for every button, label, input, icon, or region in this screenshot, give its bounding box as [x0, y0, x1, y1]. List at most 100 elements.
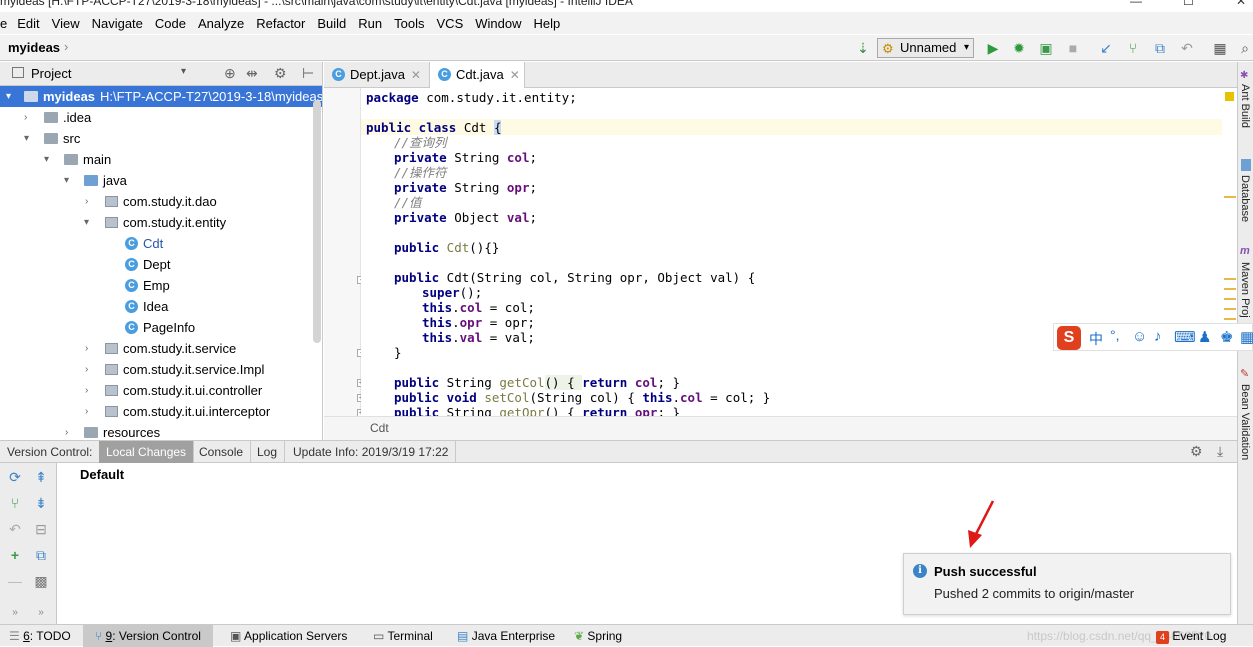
stripe-mark[interactable] — [1224, 196, 1236, 198]
keyboard-icon[interactable]: ⌨ — [1174, 328, 1196, 346]
menu-code[interactable]: Code — [149, 16, 192, 31]
user-icon[interactable]: ♟ — [1198, 328, 1211, 346]
collapse-all-icon[interactable]: ⇟ — [33, 495, 49, 511]
copy-icon[interactable]: ⧉ — [33, 547, 49, 563]
commit-icon[interactable]: ⑂ — [7, 495, 23, 511]
tab-local-changes[interactable]: Local Changes — [99, 441, 195, 463]
breadcrumb-project[interactable]: myideas — [8, 40, 60, 55]
stripe-mark[interactable] — [1224, 298, 1236, 300]
code-editor[interactable]: package com.study.it.entity; public clas… — [361, 88, 1237, 416]
tree-item-package[interactable]: › com.study.it.ui.interceptor — [0, 401, 322, 422]
emoji-icon[interactable]: ☺ — [1132, 328, 1147, 345]
tree-item-class[interactable]: C Dept — [0, 254, 322, 275]
more-icon[interactable]: » — [33, 605, 49, 621]
tool-java-enterprise[interactable]: ▤ Java Enterprise — [457, 625, 555, 647]
tree-scrollbar[interactable] — [313, 100, 321, 343]
error-stripe[interactable] — [1222, 88, 1237, 416]
tool-application-servers[interactable]: ▣ Application Servers — [230, 625, 347, 647]
run-icon[interactable]: ▶ — [984, 39, 1002, 57]
vcs-revert-icon[interactable]: ↶ — [1178, 39, 1196, 57]
refresh-icon[interactable]: ⟳ — [7, 469, 23, 485]
vcs-update-icon[interactable]: ↙ — [1097, 39, 1115, 57]
editor-gutter[interactable]: - - + + + — [324, 88, 365, 417]
toolbox-icon[interactable]: ▦ — [1240, 328, 1253, 346]
tool-database[interactable]: Database — [1239, 175, 1251, 222]
close-tab-icon[interactable]: ✕ — [510, 68, 520, 82]
menu-navigate[interactable]: Navigate — [86, 16, 149, 31]
menu-vcs[interactable]: VCS — [431, 16, 470, 31]
stop-icon[interactable]: ■ — [1064, 39, 1082, 57]
menu-tools[interactable]: Tools — [388, 16, 430, 31]
editor-breadcrumb[interactable]: Cdt — [370, 421, 389, 435]
vcs-compare-icon[interactable]: ⧉ — [1151, 39, 1169, 57]
warning-status-icon[interactable] — [1225, 92, 1234, 101]
notification-balloon[interactable]: i Push successful Pushed 2 commits to or… — [903, 553, 1231, 615]
hide-panel-icon[interactable]: ⤓ — [1217, 443, 1223, 460]
rollback-icon[interactable]: ↶ — [7, 521, 23, 537]
punctuation-icon[interactable]: °, — [1110, 327, 1120, 343]
collapse-all-icon[interactable]: ⇹ — [246, 65, 258, 82]
tool-version-control[interactable]: ⑂ 9: Version Control — [83, 625, 213, 647]
microphone-icon[interactable]: ♪ — [1154, 328, 1162, 345]
tab-dept-java[interactable]: C Dept.java ✕ — [324, 62, 426, 88]
tab-console[interactable]: Console — [192, 441, 252, 463]
tree-item-idea[interactable]: › .idea — [0, 107, 322, 128]
project-panel-title[interactable]: Project — [31, 66, 71, 81]
menu-help[interactable]: Help — [528, 16, 567, 31]
tree-item-package[interactable]: › com.study.it.dao — [0, 191, 322, 212]
maximize-icon[interactable]: ☐ — [1183, 0, 1194, 8]
tool-maven-projects[interactable]: Maven Proj — [1239, 262, 1251, 318]
tab-update-info[interactable]: Update Info: 2019/3/19 17:22 — [286, 441, 457, 463]
search-everywhere-icon[interactable]: ⌕ — [1236, 39, 1253, 57]
debug-icon[interactable]: ✹ — [1010, 39, 1028, 57]
tool-spring[interactable]: ❦ Spring — [574, 625, 622, 647]
tree-item-java[interactable]: ▾ java — [0, 170, 322, 191]
menu-run[interactable]: Run — [352, 16, 388, 31]
run-config-selector[interactable]: ⚙ Unnamed ▾ — [877, 38, 974, 58]
stripe-mark[interactable] — [1224, 288, 1236, 290]
shelve-icon[interactable]: ▩ — [33, 573, 49, 589]
build-icon[interactable]: ⇣ — [854, 39, 872, 57]
menu-analyze[interactable]: Analyze — [192, 16, 250, 31]
vcs-commit-icon[interactable]: ⑂ — [1124, 39, 1142, 57]
stripe-mark[interactable] — [1224, 318, 1236, 320]
group-by-icon[interactable]: ⊟ — [33, 521, 49, 537]
menu-window[interactable]: Window — [469, 16, 527, 31]
add-changelist-icon[interactable]: + — [7, 547, 23, 563]
tree-item-class[interactable]: C Cdt — [0, 233, 322, 254]
expand-all-icon[interactable]: ⇞ — [33, 469, 49, 485]
menu-view[interactable]: View — [46, 16, 86, 31]
ime-language-toggle[interactable]: 中 — [1089, 329, 1103, 349]
close-tab-icon[interactable]: ✕ — [411, 68, 421, 82]
chevron-down-icon[interactable]: ▾ — [181, 66, 186, 77]
tool-ant-build[interactable]: Ant Build — [1239, 84, 1251, 128]
tree-item-class[interactable]: C PageInfo — [0, 317, 322, 338]
hide-panel-icon[interactable]: ⊢ — [302, 65, 314, 82]
tree-item-myideas[interactable]: ▾ myideas H:\FTP-ACCP-T27\2019-3-18\myid… — [0, 86, 322, 107]
menu-build[interactable]: Build — [311, 16, 352, 31]
skin-icon[interactable]: ♚ — [1220, 328, 1233, 346]
ime-logo-icon[interactable]: S — [1057, 326, 1081, 350]
menu-edit[interactable]: Edit — [11, 16, 45, 31]
tree-item-package[interactable]: › com.study.it.service — [0, 338, 322, 359]
tool-todo[interactable]: ☰ 6: TODO — [9, 625, 71, 647]
more-icon[interactable]: » — [7, 605, 23, 621]
tree-item-package[interactable]: › com.study.it.service.Impl — [0, 359, 322, 380]
minimize-icon[interactable]: — — [1130, 0, 1142, 8]
tool-bean-validation[interactable]: Bean Validation — [1239, 384, 1251, 460]
tree-item-package[interactable]: ▾ com.study.it.entity — [0, 212, 322, 233]
tool-terminal[interactable]: ▭ Terminal — [373, 625, 433, 647]
tree-item-package[interactable]: › com.study.it.ui.controller — [0, 380, 322, 401]
stripe-mark[interactable] — [1224, 278, 1236, 280]
tree-item-src[interactable]: ▾ src — [0, 128, 322, 149]
coverage-icon[interactable]: ▣ — [1037, 39, 1055, 57]
stripe-mark[interactable] — [1224, 308, 1236, 310]
close-window-icon[interactable]: ✕ — [1236, 0, 1246, 8]
tool-event-log[interactable]: 4 Event Log — [1156, 625, 1226, 647]
project-structure-icon[interactable]: ▦ — [1211, 39, 1229, 57]
gear-icon[interactable]: ⚙ — [1190, 443, 1203, 460]
ime-toolbar[interactable]: S 中 °, ☺ ♪ ⌨ ♟ ♚ ▦ — [1053, 323, 1253, 351]
scroll-from-source-icon[interactable]: ⊕ — [224, 65, 236, 82]
tree-item-resources[interactable]: › resources — [0, 422, 322, 440]
menu-file[interactable]: e — [0, 16, 11, 31]
